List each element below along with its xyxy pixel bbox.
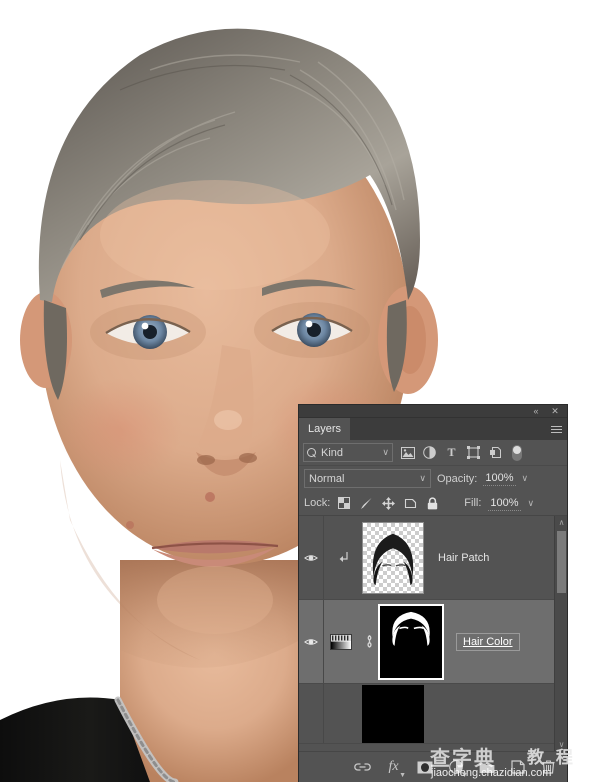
link-icon bbox=[354, 763, 371, 771]
filter-type-layers-icon[interactable]: T bbox=[444, 445, 459, 460]
layer-visibility-toggle[interactable] bbox=[299, 600, 324, 683]
lock-label: Lock: bbox=[304, 497, 331, 509]
lock-all-icon[interactable] bbox=[425, 496, 439, 510]
folder-icon bbox=[479, 763, 494, 773]
eye-icon bbox=[304, 638, 318, 645]
close-panel-button[interactable]: ✕ bbox=[548, 405, 562, 418]
filter-kind-value: Kind bbox=[321, 446, 344, 459]
filter-smart-object-icon[interactable] bbox=[488, 445, 503, 460]
scrollbar-thumb[interactable] bbox=[557, 531, 566, 593]
opacity-input[interactable]: 100% bbox=[483, 471, 516, 486]
adjustment-layer-thumbnail[interactable] bbox=[324, 633, 358, 650]
clipping-mask-indicator bbox=[324, 551, 362, 564]
fx-glyph: fx bbox=[388, 759, 399, 774]
filter-pixel-layers-icon[interactable] bbox=[400, 445, 415, 460]
layer-filter-row: Kind ∨ T bbox=[299, 440, 567, 466]
filter-shape-layers-icon[interactable] bbox=[466, 445, 481, 460]
layer-mask-thumbnail[interactable] bbox=[378, 603, 444, 680]
delete-layer-button[interactable] bbox=[540, 759, 557, 776]
panel-menu-icon[interactable] bbox=[545, 418, 567, 440]
scroll-down-icon[interactable]: ∨ bbox=[555, 738, 568, 751]
screenshot-root: « ✕ Layers Kind ∨ T Normal ∨ Opacity: 10… bbox=[0, 0, 600, 782]
layers-list[interactable]: Hair Patch Hair Color bbox=[299, 516, 567, 751]
lock-artboard-nesting-icon[interactable] bbox=[403, 496, 417, 510]
eye-icon bbox=[304, 554, 318, 561]
filter-enable-toggle[interactable] bbox=[512, 444, 522, 461]
fill-slider-caret[interactable]: ∨ bbox=[528, 498, 535, 508]
new-adjustment-layer-button[interactable]: ▼ bbox=[447, 759, 468, 779]
layers-panel-toolbar: fx ▼ ▼ bbox=[299, 751, 567, 782]
lock-row: Lock: Fill: 100% ∨ bbox=[299, 491, 567, 516]
fx-dropdown-caret[interactable]: ▼ bbox=[399, 772, 406, 779]
opacity-label: Opacity: bbox=[437, 472, 478, 485]
chevron-down-icon: ∨ bbox=[382, 447, 389, 457]
tab-layers[interactable]: Layers bbox=[299, 418, 351, 440]
adjustment-dropdown-caret[interactable]: ▼ bbox=[461, 772, 468, 779]
new-layer-icon bbox=[510, 760, 525, 774]
table-row[interactable]: Hair Patch bbox=[299, 516, 567, 600]
add-layer-mask-button[interactable] bbox=[416, 759, 433, 776]
mask-icon bbox=[417, 761, 432, 773]
hair-patch-thumbnail-art bbox=[372, 533, 414, 585]
lock-transparent-pixels-icon[interactable] bbox=[337, 496, 351, 510]
layer-thumbnail[interactable] bbox=[362, 684, 424, 743]
layer-style-fx-button[interactable]: fx ▼ bbox=[385, 759, 406, 779]
scroll-up-icon[interactable]: ∧ bbox=[555, 516, 568, 529]
panel-tab-bar: Layers bbox=[299, 418, 567, 440]
search-icon bbox=[307, 447, 317, 458]
lock-position-icon[interactable] bbox=[381, 496, 395, 510]
layer-visibility-toggle[interactable] bbox=[299, 684, 324, 743]
filter-type-icons: T bbox=[400, 444, 522, 461]
table-row[interactable]: Hair Color bbox=[299, 600, 567, 684]
chevron-down-icon: ∨ bbox=[419, 473, 426, 483]
blend-opacity-row: Normal ∨ Opacity: 100% ∨ bbox=[299, 466, 567, 491]
fill-input[interactable]: 100% bbox=[488, 496, 521, 511]
layer-name-input[interactable]: Hair Color bbox=[456, 632, 520, 651]
layers-panel[interactable]: « ✕ Layers Kind ∨ T Normal ∨ Opacity: 10… bbox=[299, 405, 567, 782]
opacity-slider-caret[interactable]: ∨ bbox=[522, 474, 529, 483]
link-layers-button[interactable] bbox=[354, 759, 371, 776]
layers-vertical-scrollbar[interactable]: ∧ ∨ bbox=[554, 516, 567, 751]
collapse-to-icons-button[interactable]: « bbox=[529, 405, 543, 418]
clipping-mask-arrow-icon bbox=[339, 552, 348, 562]
trash-icon bbox=[542, 760, 555, 774]
blend-mode-value: Normal bbox=[309, 472, 345, 485]
table-row[interactable] bbox=[299, 684, 567, 744]
hair-color-mask-art bbox=[381, 606, 441, 677]
link-icon bbox=[366, 635, 372, 648]
filter-kind-select[interactable]: Kind ∨ bbox=[303, 443, 393, 462]
tab-bar-empty-area bbox=[350, 418, 545, 440]
lock-icons-group bbox=[337, 496, 439, 510]
filter-adjustment-layers-icon[interactable] bbox=[422, 445, 437, 460]
lock-image-pixels-icon[interactable] bbox=[359, 496, 373, 510]
gradient-map-icon bbox=[330, 633, 352, 650]
layer-mask-link-toggle[interactable] bbox=[358, 634, 380, 649]
layer-name-label[interactable]: Hair Patch bbox=[438, 552, 489, 564]
layer-thumbnail[interactable] bbox=[362, 521, 424, 594]
new-group-button[interactable] bbox=[478, 759, 495, 776]
layer-visibility-toggle[interactable] bbox=[299, 516, 324, 599]
fill-label: Fill: bbox=[464, 497, 482, 509]
panel-title-bar[interactable]: « ✕ bbox=[299, 405, 567, 418]
blend-mode-select[interactable]: Normal ∨ bbox=[304, 469, 431, 488]
new-layer-button[interactable] bbox=[509, 759, 526, 776]
